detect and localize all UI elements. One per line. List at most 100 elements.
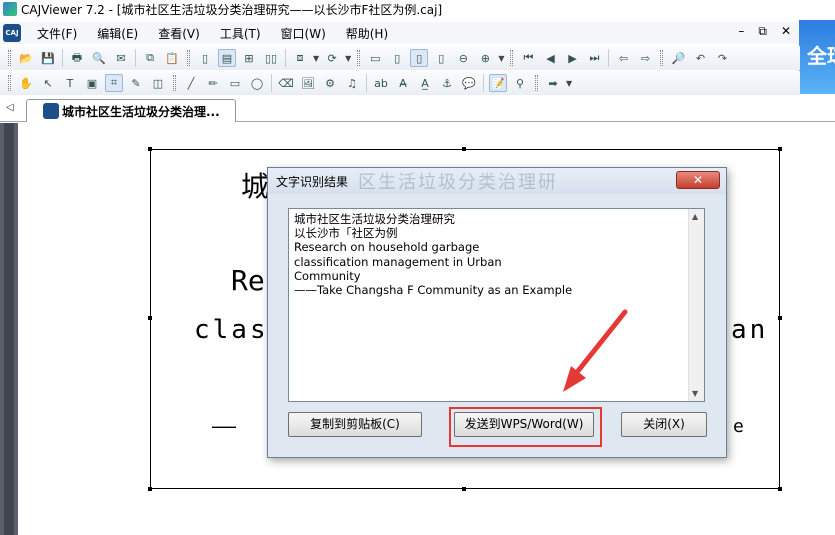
menu-window[interactable]: 窗口(W) bbox=[271, 25, 336, 42]
grid-view-icon[interactable]: ⊞ bbox=[240, 49, 258, 67]
tab-scroll-left-icon[interactable]: ◁ bbox=[6, 102, 14, 113]
dropdown-arrow-icon[interactable]: ▼ bbox=[345, 54, 351, 63]
menu-view[interactable]: 查看(V) bbox=[148, 25, 210, 42]
menu-tools[interactable]: 工具(T) bbox=[210, 25, 271, 42]
window-title: CAJViewer 7.2 - [城市社区生活垃圾分类治理研究——以长沙市F社区… bbox=[21, 2, 443, 17]
toolbar-grip[interactable] bbox=[8, 75, 11, 91]
rotate-icon[interactable]: ⟳ bbox=[323, 49, 341, 67]
selection-handle[interactable] bbox=[462, 487, 466, 491]
export-icon[interactable]: ➡ bbox=[544, 74, 562, 92]
selection-handle[interactable] bbox=[148, 316, 152, 320]
email-icon[interactable]: ✉ bbox=[112, 49, 130, 67]
selection-handle[interactable] bbox=[462, 147, 466, 151]
fit-page-icon[interactable]: ▯ bbox=[388, 49, 406, 67]
ad-banner[interactable]: 全球 bbox=[799, 20, 835, 94]
stamp-icon[interactable]: ⚙ bbox=[321, 74, 339, 92]
menu-help[interactable]: 帮助(H) bbox=[336, 25, 398, 42]
toolbar-separator bbox=[608, 49, 610, 67]
prev-page-icon[interactable]: ◀ bbox=[541, 49, 559, 67]
select-tool-icon[interactable]: ↖ bbox=[39, 74, 57, 92]
toolbar-grip[interactable] bbox=[660, 50, 664, 66]
image-select-icon[interactable]: ▣ bbox=[83, 74, 101, 92]
text-select-icon[interactable]: T bbox=[61, 74, 79, 92]
paste-icon[interactable]: 📋 bbox=[163, 49, 181, 67]
hand-tool-icon[interactable]: ✋ bbox=[17, 74, 35, 92]
document-icon[interactable]: CAJ bbox=[3, 24, 21, 42]
first-page-icon[interactable]: ⏮ bbox=[519, 49, 537, 67]
find-icon[interactable]: 🔎 bbox=[669, 49, 687, 67]
ocr-tool-icon[interactable]: ⌗ bbox=[105, 74, 123, 92]
ellipse-icon[interactable]: ◯ bbox=[248, 74, 266, 92]
text-highlight-icon[interactable]: ab bbox=[372, 74, 390, 92]
fit-width-icon[interactable]: ▯ bbox=[432, 49, 450, 67]
continuous-page-icon[interactable]: ▤ bbox=[218, 49, 236, 67]
zoom-out-icon[interactable]: ⊖ bbox=[454, 49, 472, 67]
forward-icon[interactable]: ⇨ bbox=[636, 49, 654, 67]
textarea-scrollbar[interactable]: ▲ ▼ bbox=[688, 209, 704, 401]
two-page-icon[interactable]: ▯▯ bbox=[262, 49, 280, 67]
side-panel-splitter[interactable] bbox=[0, 123, 18, 535]
annotate-icon[interactable]: 📝 bbox=[489, 74, 507, 92]
dropdown-arrow-icon[interactable]: ▼ bbox=[566, 79, 572, 88]
dialog-title-bar[interactable]: 文字识别结果 区生活垃圾分类治理研 ✕ bbox=[268, 168, 726, 194]
toolbar-grip[interactable] bbox=[8, 50, 11, 66]
toolbar-grip[interactable] bbox=[173, 75, 176, 91]
scroll-up-icon[interactable]: ▲ bbox=[692, 212, 698, 221]
selection-handle[interactable] bbox=[148, 487, 152, 491]
back-icon[interactable]: ⇦ bbox=[614, 49, 632, 67]
ocr-result-textarea[interactable]: 城市社区生活垃圾分类治理研究 以长沙市「社区为例 Research on hou… bbox=[288, 208, 705, 402]
eraser-icon[interactable]: ⌫ bbox=[277, 74, 295, 92]
toolbar-grip[interactable] bbox=[535, 75, 538, 91]
last-page-icon[interactable]: ⏭ bbox=[585, 49, 603, 67]
ocr-line: Community bbox=[294, 268, 361, 283]
menu-file[interactable]: 文件(F) bbox=[27, 25, 87, 42]
layout-icon[interactable]: ⧈ bbox=[291, 49, 309, 67]
redo-icon[interactable]: ↷ bbox=[713, 49, 731, 67]
toolbar-grip[interactable] bbox=[357, 50, 361, 66]
actual-size-icon[interactable]: ▯ bbox=[410, 49, 429, 67]
selection-handle[interactable] bbox=[148, 147, 152, 151]
toolbar-grip[interactable] bbox=[510, 50, 514, 66]
print-icon[interactable]: 🖶 bbox=[68, 49, 86, 67]
single-page-icon[interactable]: ▯ bbox=[196, 49, 214, 67]
pencil-icon[interactable]: ✏ bbox=[204, 74, 222, 92]
snapshot-tool-icon[interactable]: ◫ bbox=[149, 74, 167, 92]
strikethrough-icon[interactable]: A̶ bbox=[394, 74, 412, 92]
open-icon[interactable]: 📂 bbox=[17, 49, 35, 67]
main-toolbar: 📂 💾 🖶 🔍 ✉ ⧉ 📋 ▯ ▤ ⊞ ▯▯ ⧈ ▼ ⟳ ▼ ▭ ▯ ▯ ▯ ⊖… bbox=[0, 46, 800, 70]
undo-icon[interactable]: ↶ bbox=[691, 49, 709, 67]
note-icon[interactable]: 💬 bbox=[460, 74, 478, 92]
selection-handle[interactable] bbox=[778, 316, 782, 320]
image-icon[interactable]: 🖼 bbox=[299, 74, 317, 92]
print-preview-icon[interactable]: 🔍 bbox=[90, 49, 108, 67]
copy-to-clipboard-button[interactable]: 复制到剪贴板(C) bbox=[288, 412, 422, 437]
ocr-line: 以长沙市「社区为例 bbox=[294, 226, 398, 241]
zoom-in-icon[interactable]: ⊕ bbox=[476, 49, 494, 67]
menu-edit[interactable]: 编辑(E) bbox=[87, 25, 148, 42]
dropdown-arrow-icon[interactable]: ▼ bbox=[313, 54, 319, 63]
dropdown-arrow-icon[interactable]: ▼ bbox=[498, 54, 504, 63]
anchor-icon[interactable]: ⚓ bbox=[438, 74, 456, 92]
dialog-close-icon[interactable]: ✕ bbox=[676, 171, 720, 189]
copy-icon[interactable]: ⧉ bbox=[141, 49, 159, 67]
audio-icon[interactable]: ♫ bbox=[343, 74, 361, 92]
scroll-down-icon[interactable]: ▼ bbox=[692, 389, 698, 398]
underline-icon[interactable]: A̲ bbox=[416, 74, 434, 92]
selection-handle[interactable] bbox=[778, 147, 782, 151]
close-button[interactable]: ✕ bbox=[781, 24, 791, 39]
page-title-en-1: Re bbox=[231, 264, 265, 297]
tab-document[interactable]: 城市社区生活垃圾分类治理... bbox=[26, 99, 236, 122]
line-tool-icon[interactable]: ╱ bbox=[182, 74, 200, 92]
restore-button[interactable]: ⧉ bbox=[758, 24, 767, 39]
rectangle-icon[interactable]: ▭ bbox=[226, 74, 244, 92]
fullscreen-icon[interactable]: ▭ bbox=[366, 49, 384, 67]
highlight-tool-icon[interactable]: ✎ bbox=[127, 74, 145, 92]
next-page-icon[interactable]: ▶ bbox=[563, 49, 581, 67]
toolbar-separator bbox=[62, 49, 63, 67]
save-icon[interactable]: 💾 bbox=[39, 49, 57, 67]
selection-handle[interactable] bbox=[778, 487, 782, 491]
close-dialog-button[interactable]: 关闭(X) bbox=[621, 412, 707, 437]
minimize-button[interactable]: – bbox=[738, 24, 744, 39]
link-icon[interactable]: ⚲ bbox=[511, 74, 529, 92]
toolbar-grip[interactable] bbox=[187, 50, 190, 66]
